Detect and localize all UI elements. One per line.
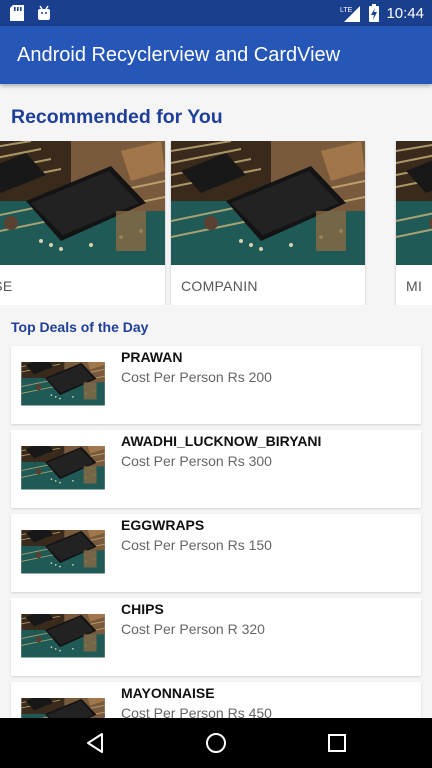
back-icon[interactable] [84, 731, 108, 755]
app-title: Android Recyclerview and CardView [17, 44, 341, 66]
main-content[interactable]: Recommended for You NAISE COMPANIN MI To… [0, 84, 432, 718]
card-label: NAISE [0, 278, 13, 294]
navigation-bar [0, 718, 432, 768]
deal-name: MAYONNAISE [121, 685, 215, 701]
status-bar: LTE 10:44 [0, 0, 432, 26]
deal-cost: Cost Per Person Rs 150 [121, 537, 272, 553]
sd-card-icon [10, 5, 24, 21]
signal-icon: LTE [340, 6, 361, 22]
recents-icon[interactable] [325, 731, 349, 755]
deal-cost: Cost Per Person Rs 450 [121, 705, 272, 718]
recommended-card[interactable]: NAISE [0, 141, 165, 305]
deal-item[interactable]: CHIPS Cost Per Person R 320 [11, 598, 421, 676]
android-icon [38, 5, 50, 20]
deal-thumbnail [16, 362, 110, 415]
deals-title: Top Deals of the Day [11, 319, 149, 335]
deal-item[interactable]: AWADHI_LUCKNOW_BIRYANI Cost Per Person R… [11, 430, 421, 508]
deal-thumbnail [16, 614, 110, 667]
recommended-title: Recommended for You [11, 106, 223, 128]
recommended-carousel[interactable]: NAISE COMPANIN MI [0, 141, 432, 305]
card-label: COMPANIN [181, 278, 258, 294]
deal-item[interactable]: EGGWRAPS Cost Per Person Rs 150 [11, 514, 421, 592]
home-icon[interactable] [204, 731, 228, 755]
card-label: MI [406, 278, 423, 294]
app-bar: Android Recyclerview and CardView [0, 26, 432, 84]
deal-thumbnail [16, 446, 110, 499]
deal-item[interactable]: PRAWAN Cost Per Person Rs 200 [11, 346, 421, 424]
card-image [0, 141, 165, 265]
deal-thumbnail [16, 530, 110, 583]
card-image [171, 141, 365, 265]
deal-name: AWADHI_LUCKNOW_BIRYANI [121, 433, 322, 449]
card-image [396, 141, 432, 265]
deal-thumbnail [16, 698, 110, 718]
deal-cost: Cost Per Person Rs 200 [121, 369, 272, 385]
svg-text:LTE: LTE [340, 7, 353, 14]
deal-item[interactable]: MAYONNAISE Cost Per Person Rs 450 [11, 682, 421, 718]
deal-cost: Cost Per Person R 320 [121, 621, 265, 637]
deal-name: CHIPS [121, 601, 164, 617]
recommended-card[interactable]: MI [396, 141, 432, 305]
battery-charging-icon [369, 4, 380, 22]
deal-name: PRAWAN [121, 349, 183, 365]
deal-name: EGGWRAPS [121, 517, 205, 533]
clock: 10:44 [386, 4, 424, 22]
deal-cost: Cost Per Person Rs 300 [121, 453, 272, 469]
recommended-card[interactable]: COMPANIN [171, 141, 365, 305]
